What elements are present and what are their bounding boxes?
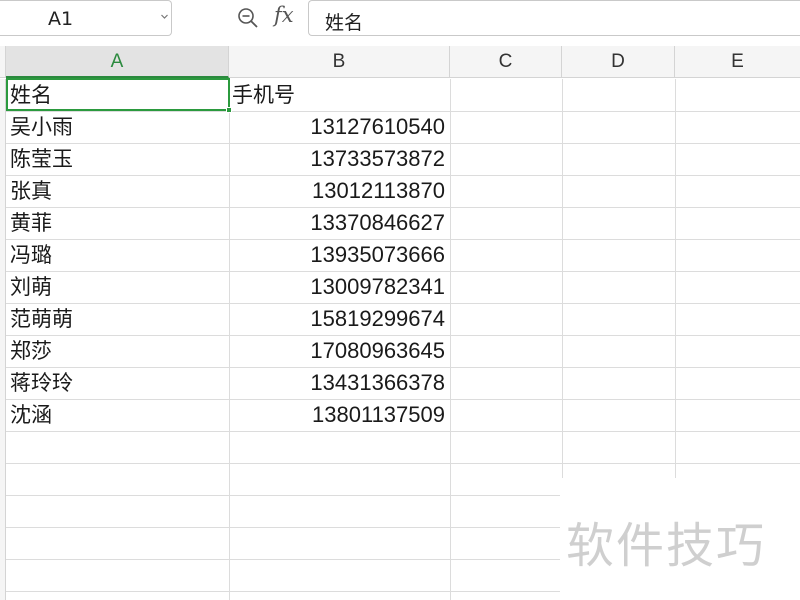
zoom-out-icon[interactable]: [236, 6, 260, 30]
column-header-row: A B C D E: [0, 46, 800, 78]
column-header-d[interactable]: D: [562, 46, 675, 78]
cell-name[interactable]: 吴小雨: [10, 111, 226, 143]
grid-line: [6, 463, 800, 464]
chevron-down-icon[interactable]: [161, 13, 168, 20]
cell-phone[interactable]: 13935073666: [232, 239, 447, 271]
column-header-b[interactable]: B: [229, 46, 450, 78]
name-box-value: A1: [48, 8, 74, 30]
column-header-e[interactable]: E: [675, 46, 800, 78]
cell-name[interactable]: 范萌萌: [10, 303, 226, 335]
row-header-strip[interactable]: [0, 79, 6, 600]
active-cell-border: [6, 78, 230, 111]
watermark-text: 软件技巧: [566, 518, 767, 574]
insert-function-button[interactable]: fx: [274, 3, 294, 27]
cell-name[interactable]: 沈涵: [10, 399, 226, 431]
cell-phone[interactable]: 13370846627: [232, 207, 447, 239]
cell-name[interactable]: 冯璐: [10, 239, 226, 271]
name-box[interactable]: A1: [0, 0, 172, 36]
cell-phone[interactable]: 13801137509: [232, 399, 447, 431]
cell-name[interactable]: 张真: [10, 175, 226, 207]
cell-phone[interactable]: 13733573872: [232, 143, 447, 175]
grid-line: [229, 79, 230, 600]
cell-phone[interactable]: 13431366378: [232, 367, 447, 399]
cell-b1[interactable]: 手机号: [232, 79, 447, 111]
cell-phone[interactable]: 17080963645: [232, 335, 447, 367]
column-header-c[interactable]: C: [450, 46, 562, 78]
cell-name[interactable]: 陈莹玉: [10, 143, 226, 175]
cell-phone[interactable]: 15819299674: [232, 303, 447, 335]
grid-line: [450, 79, 451, 600]
column-header-a[interactable]: A: [6, 46, 229, 78]
fill-handle[interactable]: [226, 107, 232, 113]
formula-bar: A1 fx 姓名: [0, 0, 800, 44]
cell-name[interactable]: 黄菲: [10, 207, 226, 239]
cell-phone[interactable]: 13012113870: [232, 175, 447, 207]
grid-line: [6, 431, 800, 432]
cell-name[interactable]: 刘萌: [10, 271, 226, 303]
formula-input[interactable]: 姓名: [308, 0, 800, 36]
cell-phone[interactable]: 13009782341: [232, 271, 447, 303]
cell-name[interactable]: 蒋玲玲: [10, 367, 226, 399]
cell-name[interactable]: 郑莎: [10, 335, 226, 367]
cell-phone[interactable]: 13127610540: [232, 111, 447, 143]
